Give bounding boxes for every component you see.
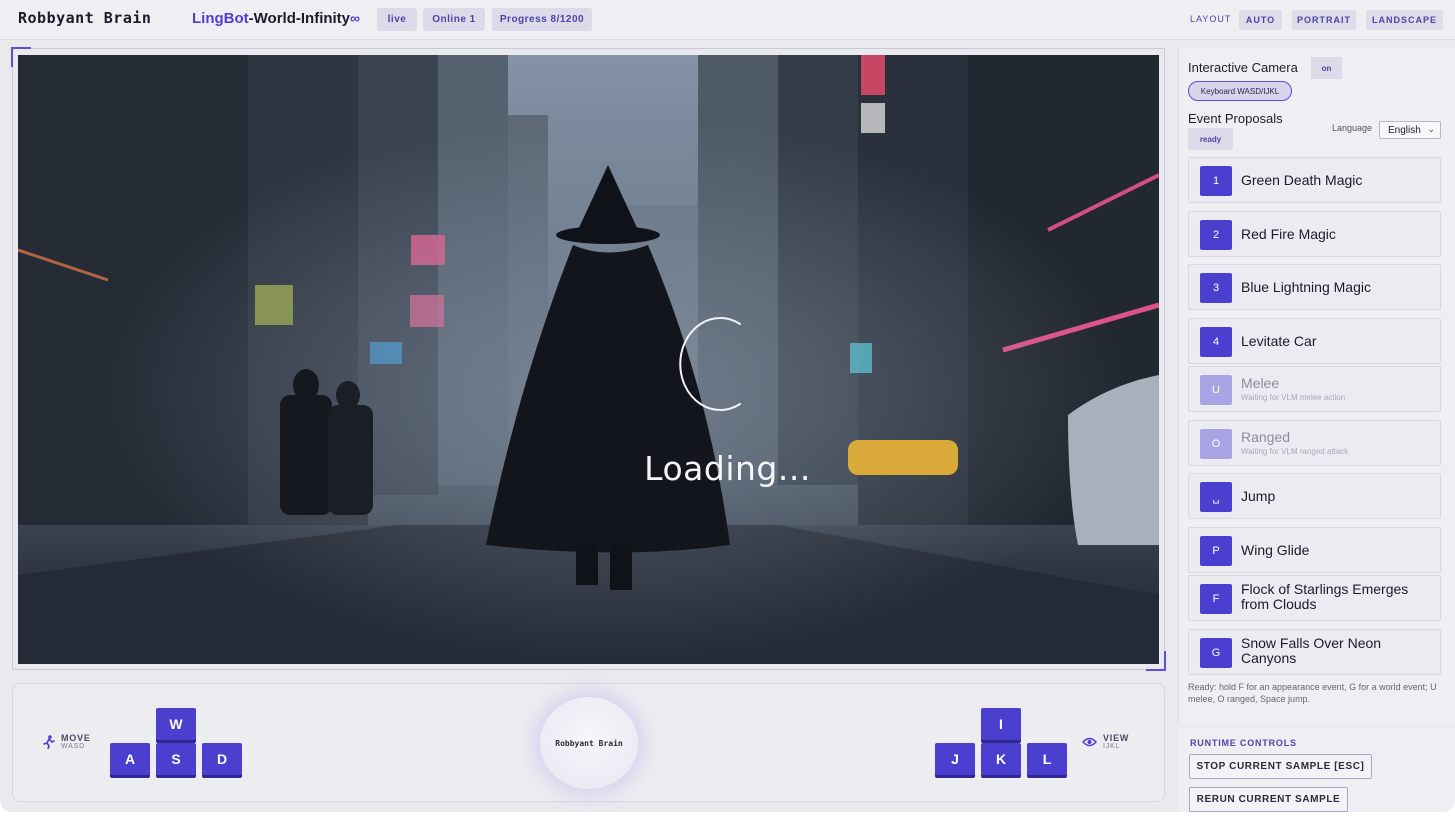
key-i[interactable]: I <box>981 708 1021 740</box>
infinity-symbol: ∞ <box>350 10 361 26</box>
event-key-badge: O <box>1200 429 1232 459</box>
rerun-current-sample-button[interactable]: RERUN CURRENT SAMPLE <box>1189 787 1348 812</box>
app-window: Robbyant Brain LingBot-World-Infinity∞ l… <box>0 0 1455 812</box>
progress-chip: Progress 8/1200 <box>492 8 592 31</box>
event-key-badge: G <box>1200 638 1232 668</box>
event-sublabel: Waiting for VLM melee action <box>1241 393 1346 402</box>
event-label: Blue Lightning Magic <box>1241 279 1371 295</box>
event-key-badge: ␣ <box>1200 482 1232 512</box>
event-snow-falls[interactable]: G Snow Falls Over Neon Canyons <box>1188 629 1441 675</box>
layout-auto-button[interactable]: AUTO <box>1239 10 1282 30</box>
running-person-icon <box>43 734 55 749</box>
event-key-badge: 3 <box>1200 273 1232 303</box>
move-label: MOVE <box>61 733 91 743</box>
event-wing-glide[interactable]: P Wing Glide <box>1188 527 1441 573</box>
event-label: Jump <box>1241 488 1276 504</box>
brand-badge: Robbyant Brain <box>540 697 638 789</box>
event-label: Melee <box>1241 375 1280 391</box>
event-label: Levitate Car <box>1241 333 1317 349</box>
event-label: Green Death Magic <box>1241 172 1363 188</box>
event-key-badge: P <box>1200 536 1232 566</box>
brand-logo: Robbyant Brain <box>18 9 152 27</box>
event-red-fire-magic[interactable]: 2 Red Fire Magic <box>1188 211 1441 257</box>
city-scene-illustration <box>18 55 1159 664</box>
event-key-badge: F <box>1200 584 1232 614</box>
loading-spinner-icon <box>679 317 741 411</box>
event-flock-of-starlings[interactable]: F Flock of Starlings Emerges from Clouds <box>1188 575 1441 621</box>
layout-label: LAYOUT <box>1190 14 1232 24</box>
events-title: Event Proposals <box>1188 111 1283 126</box>
language-label: Language <box>1332 123 1373 133</box>
key-s[interactable]: S <box>156 743 196 775</box>
event-key-badge: 1 <box>1200 166 1232 196</box>
move-label-group: MOVE WASD <box>42 733 91 750</box>
event-sublabel: Waiting for VLM ranged attack <box>1241 447 1349 456</box>
event-green-death-magic[interactable]: 1 Green Death Magic <box>1188 157 1441 203</box>
online-chip: Online 1 <box>423 8 485 31</box>
language-value: English <box>1388 124 1421 136</box>
key-k[interactable]: K <box>981 743 1021 775</box>
app-title-rest: -World-Infinity <box>248 10 351 27</box>
event-blue-lightning-magic[interactable]: 3 Blue Lightning Magic <box>1188 264 1441 310</box>
live-chip: live <box>377 8 417 31</box>
event-label: Ranged <box>1241 429 1291 445</box>
camera-mode-pill[interactable]: Keyboard WASD/IJKL <box>1188 81 1292 101</box>
chevron-down-icon: ⌄ <box>1427 124 1435 134</box>
key-j[interactable]: J <box>935 743 975 775</box>
camera-title: Interactive Camera <box>1188 60 1298 75</box>
event-melee[interactable]: U Melee Waiting for VLM melee action <box>1188 366 1441 412</box>
event-key-badge: 2 <box>1200 220 1232 250</box>
key-l[interactable]: L <box>1027 743 1067 775</box>
events-status-chip: ready <box>1188 128 1233 150</box>
event-key-badge: 4 <box>1200 327 1232 357</box>
event-label: Snow Falls Over Neon Canyons <box>1241 635 1382 666</box>
language-select[interactable]: English ⌄ <box>1379 121 1441 139</box>
event-label: Flock of Starlings Emerges from Clouds <box>1241 581 1409 612</box>
key-a[interactable]: A <box>110 743 150 775</box>
event-jump[interactable]: ␣ Jump <box>1188 473 1441 519</box>
stop-current-sample-button[interactable]: STOP CURRENT SAMPLE [ESC] <box>1189 754 1372 779</box>
event-hint-text: Ready: hold F for an appearance event, G… <box>1188 682 1437 704</box>
runtime-controls-title: RUNTIME CONTROLS <box>1190 738 1297 748</box>
move-keys-hint: WASD <box>61 743 85 750</box>
event-ranged[interactable]: O Ranged Waiting for VLM ranged attack <box>1188 420 1441 466</box>
eye-icon <box>1082 737 1097 746</box>
layout-landscape-button[interactable]: LANDSCAPE <box>1366 10 1443 30</box>
key-w[interactable]: W <box>156 708 196 740</box>
event-levitate-car[interactable]: 4 Levitate Car <box>1188 318 1441 364</box>
view-keys-hint: IJKL <box>1103 743 1121 750</box>
top-bar: Robbyant Brain LingBot-World-Infinity∞ l… <box>0 0 1455 40</box>
layout-portrait-button[interactable]: PORTRAIT <box>1292 10 1356 30</box>
event-label: Red Fire Magic <box>1241 226 1336 242</box>
view-label: VIEW <box>1103 733 1130 743</box>
camera-status-chip: on <box>1311 57 1342 79</box>
event-key-badge: U <box>1200 375 1232 405</box>
key-d[interactable]: D <box>202 743 242 775</box>
app-title: LingBot-World-Infinity∞ <box>192 10 360 27</box>
video-stream[interactable] <box>18 55 1159 664</box>
event-label: Wing Glide <box>1241 542 1310 558</box>
view-label-group: VIEW IJKL <box>1082 733 1129 750</box>
app-title-accent: LingBot <box>192 10 249 27</box>
